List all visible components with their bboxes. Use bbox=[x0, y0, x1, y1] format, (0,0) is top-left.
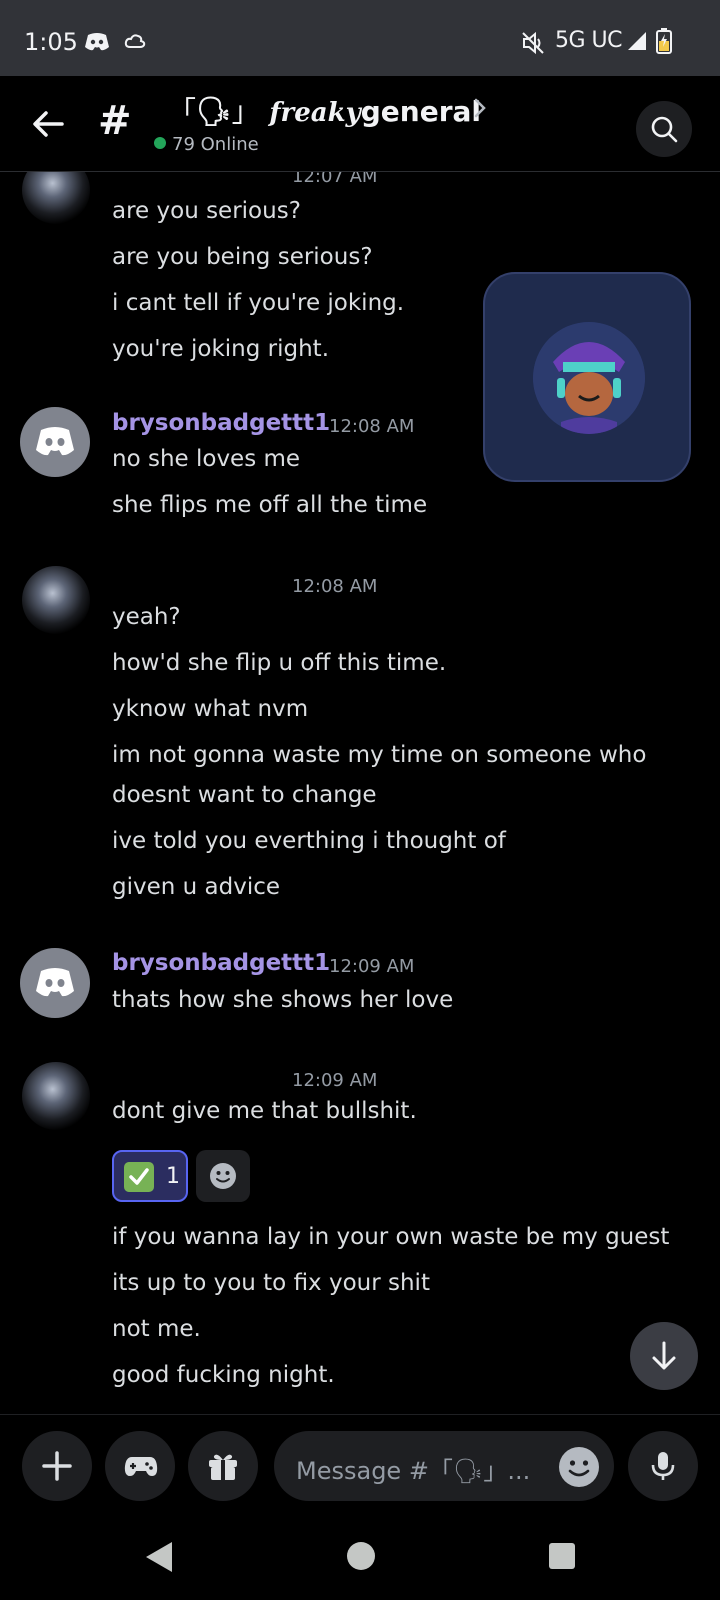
voice-message-button[interactable] bbox=[628, 1431, 698, 1501]
discord-logo-icon bbox=[36, 968, 74, 997]
message-text: yknow what nvm bbox=[112, 696, 309, 722]
system-nav-bar bbox=[0, 1518, 720, 1600]
add-reaction-button[interactable] bbox=[196, 1150, 250, 1202]
message-text: dont give me that bullshit. bbox=[112, 1098, 417, 1124]
attach-button[interactable] bbox=[22, 1431, 92, 1501]
gamepad-icon bbox=[124, 1457, 158, 1476]
message-text: if you wanna lay in your own waste be my… bbox=[112, 1224, 670, 1250]
message-timestamp: 12:08 AM bbox=[292, 576, 378, 597]
plus-icon bbox=[42, 1451, 72, 1481]
battery-icon bbox=[656, 28, 672, 58]
message-text: im not gonna waste my time on someone wh… bbox=[112, 742, 647, 768]
mute-icon bbox=[520, 30, 546, 60]
signal-icon bbox=[626, 30, 648, 56]
channel-emoji: 🗣 bbox=[196, 95, 232, 128]
status-time: 1:05 bbox=[24, 28, 78, 56]
smile-icon bbox=[210, 1163, 236, 1189]
activities-button[interactable] bbox=[105, 1431, 175, 1501]
nav-home-icon[interactable] bbox=[345, 1540, 377, 1572]
online-text: 79 Online bbox=[172, 134, 259, 155]
search-button[interactable] bbox=[636, 101, 692, 157]
message-text: not me. bbox=[112, 1316, 201, 1342]
cloud-icon bbox=[124, 32, 146, 54]
smile-icon bbox=[568, 1460, 590, 1477]
channel-name: general bbox=[360, 95, 481, 128]
channel-title[interactable]: 「🗣」 freakygeneral bbox=[168, 90, 481, 130]
message-text: its up to you to fix your shit bbox=[112, 1270, 430, 1296]
reaction-chip[interactable]: 1 bbox=[112, 1150, 188, 1202]
user-avatar[interactable] bbox=[20, 407, 90, 477]
channel-header: # 「🗣」 freakygeneral 79 Online bbox=[0, 76, 720, 172]
hash-icon: # bbox=[98, 98, 132, 144]
back-arrow-icon bbox=[33, 111, 64, 137]
channel-suffix: 」 bbox=[231, 95, 260, 128]
message-placeholder: Message #「🗣」... bbox=[296, 1457, 531, 1485]
emoji-button[interactable] bbox=[559, 1447, 599, 1487]
mic-icon bbox=[651, 1452, 675, 1480]
search-icon bbox=[651, 116, 678, 143]
network-label: 5G UC bbox=[554, 28, 623, 53]
message-timestamp: 12:09 AM bbox=[292, 1070, 378, 1091]
message-author[interactable]: brysonbadgettt1 bbox=[112, 410, 330, 436]
message-text: i cant tell if you're joking. bbox=[112, 290, 405, 316]
back-button[interactable] bbox=[26, 102, 70, 146]
message-text: are you being serious? bbox=[112, 244, 373, 270]
online-count: 79 Online bbox=[154, 134, 259, 155]
gift-button[interactable] bbox=[188, 1431, 258, 1501]
message-text: good fucking night. bbox=[112, 1362, 335, 1388]
message-text: no she loves me bbox=[112, 446, 301, 472]
user-avatar[interactable] bbox=[20, 948, 90, 1018]
arrow-down-icon bbox=[652, 1341, 676, 1370]
user-avatar[interactable] bbox=[22, 566, 90, 634]
message-author[interactable]: brysonbadgettt1 bbox=[112, 950, 330, 976]
nav-recents-icon[interactable] bbox=[548, 1542, 576, 1570]
chevron-right-icon bbox=[474, 98, 486, 118]
status-bar: 1:05 5G UC bbox=[0, 0, 720, 76]
message-text: given u advice bbox=[112, 874, 281, 900]
message-text: yeah? bbox=[112, 604, 181, 630]
reaction-count: 1 bbox=[166, 1164, 180, 1189]
message-text: you're joking right. bbox=[112, 336, 330, 362]
message-text: how'd she flip u off this time. bbox=[112, 650, 447, 676]
user-avatar[interactable] bbox=[22, 172, 90, 224]
voice-call-pip[interactable] bbox=[483, 272, 691, 482]
message-text: are you serious? bbox=[112, 198, 301, 224]
message-text: doesnt want to change bbox=[112, 782, 377, 808]
jump-to-bottom-button[interactable] bbox=[630, 1322, 698, 1390]
channel-script-text: freaky bbox=[269, 98, 361, 128]
message-timestamp: 12:07 AM bbox=[292, 172, 378, 187]
checkmark-icon bbox=[124, 1162, 154, 1192]
message-text: ive told you everthing i thought of bbox=[112, 828, 506, 854]
discord-logo-icon bbox=[36, 427, 74, 456]
pip-avatar bbox=[533, 322, 645, 434]
message-timestamp: 12:08 AM bbox=[329, 416, 415, 437]
discord-notification-icon bbox=[84, 32, 110, 56]
message-text: she flips me off all the time bbox=[112, 492, 428, 518]
channel-prefix: 「 bbox=[168, 95, 197, 128]
message-text: thats how she shows her love bbox=[112, 987, 454, 1013]
message-composer: Message #「🗣」... bbox=[0, 1414, 720, 1518]
gift-icon bbox=[209, 1454, 237, 1480]
online-dot bbox=[154, 137, 166, 149]
message-timestamp: 12:09 AM bbox=[329, 956, 415, 977]
nav-back-icon[interactable] bbox=[144, 1540, 174, 1574]
message-input[interactable]: Message #「🗣」... bbox=[274, 1431, 614, 1501]
user-avatar[interactable] bbox=[22, 1062, 90, 1130]
